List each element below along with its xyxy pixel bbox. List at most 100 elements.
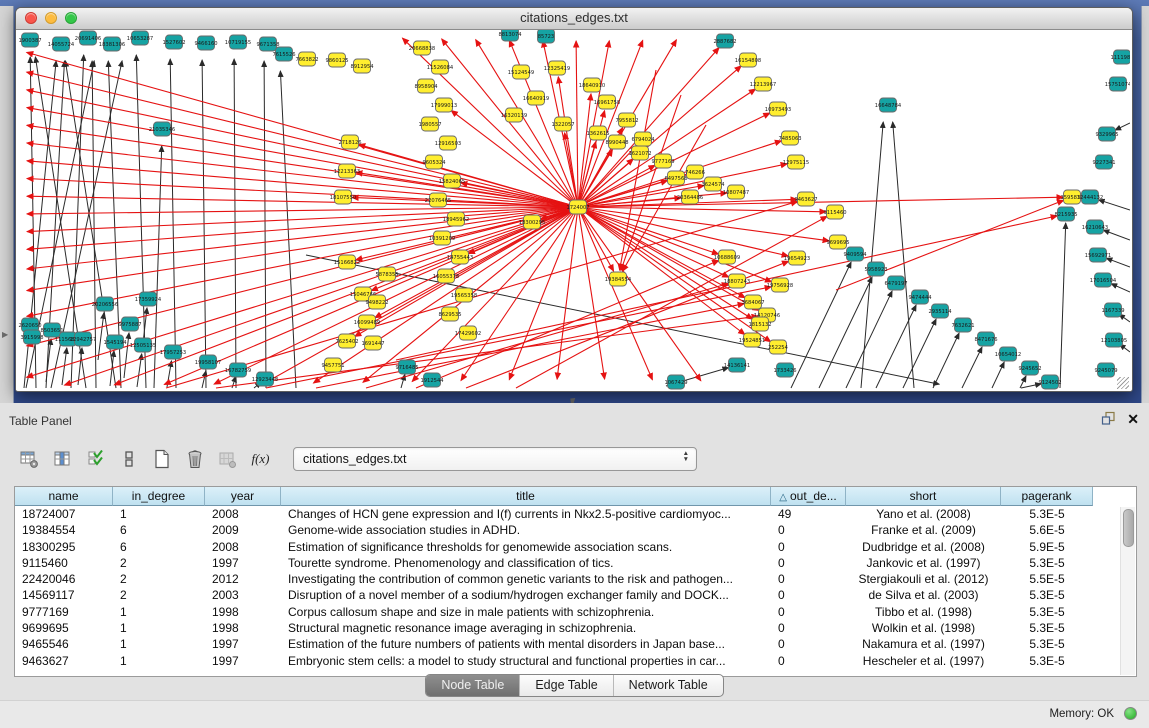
network-node[interactable]: 19565358 xyxy=(451,288,477,302)
network-node[interactable]: 9245079 xyxy=(1094,363,1117,377)
cell-title[interactable]: Estimation of significance thresholds fo… xyxy=(281,539,771,555)
network-node[interactable]: 18807243 xyxy=(724,274,750,288)
cell-short[interactable]: Dudbridge et al. (2008) xyxy=(846,539,1001,555)
cell-in_degree[interactable]: 2 xyxy=(113,587,205,603)
cell-name[interactable]: 9115460 xyxy=(15,555,113,571)
cell-name[interactable]: 9463627 xyxy=(15,653,113,669)
row-selection-button[interactable] xyxy=(82,446,109,472)
cell-year[interactable]: 2008 xyxy=(205,539,281,555)
cell-title[interactable]: Corpus callosum shape and size in male p… xyxy=(281,604,771,620)
network-node[interactable]: 3684067 xyxy=(741,295,764,309)
network-node[interactable]: 17429602 xyxy=(455,326,481,340)
cell-year[interactable]: 2009 xyxy=(205,522,281,538)
network-node[interactable]: 9777169 xyxy=(651,154,674,168)
network-node[interactable]: 17957253 xyxy=(160,345,186,359)
network-node[interactable]: 8990448 xyxy=(605,135,628,149)
cell-in_degree[interactable]: 1 xyxy=(113,506,205,522)
cell-out_de[interactable]: 0 xyxy=(771,636,846,652)
network-node[interactable]: 8912954 xyxy=(350,59,374,73)
cell-pagerank[interactable]: 5.6E-5 xyxy=(1001,522,1093,538)
network-node[interactable]: 20364486 xyxy=(677,190,703,204)
network-node[interactable]: 1362615 xyxy=(586,126,609,140)
cell-title[interactable]: Investigating the contribution of common… xyxy=(281,571,771,587)
network-node[interactable]: 7485063 xyxy=(778,131,801,145)
column-visibility-button[interactable] xyxy=(49,446,76,472)
network-node[interactable]: 5878355 xyxy=(375,267,398,281)
network-node[interactable]: 1724007 xyxy=(566,200,589,214)
table-row[interactable]: 911546021997Tourette syndrome. Phenomeno… xyxy=(15,555,1136,571)
network-node[interactable]: 1815132 xyxy=(748,317,771,331)
network-node[interactable]: 9716485 xyxy=(395,360,418,374)
cell-out_de[interactable]: 0 xyxy=(771,653,846,669)
network-node[interactable]: 15751074 xyxy=(1105,77,1130,91)
network-node[interactable]: 1912544 xyxy=(420,373,444,387)
network-node[interactable]: 12505135 xyxy=(130,338,156,352)
cell-title[interactable]: Tourette syndrome. Phenomenology and cla… xyxy=(281,555,771,571)
cell-name[interactable]: 9699695 xyxy=(15,620,113,636)
network-node[interactable]: 8471676 xyxy=(974,332,997,346)
cell-out_de[interactable]: 0 xyxy=(771,522,846,538)
cell-out_de[interactable]: 0 xyxy=(771,555,846,571)
network-node[interactable]: 19958107 xyxy=(195,355,221,369)
network-node[interactable]: 1527602 xyxy=(162,35,185,49)
column-header-in_degree[interactable]: in_degree xyxy=(113,487,205,506)
network-node[interactable]: 1167339 xyxy=(1101,303,1124,317)
network-node[interactable]: 10719155 xyxy=(225,35,251,49)
network-node[interactable]: 1733426 xyxy=(773,363,796,377)
network-node[interactable]: 16782759 xyxy=(225,363,251,377)
network-node[interactable]: 18640910 xyxy=(579,78,605,92)
cell-pagerank[interactable]: 5.3E-5 xyxy=(1001,587,1093,603)
network-node[interactable]: 9329965 xyxy=(1095,127,1118,141)
network-node[interactable]: 16210643 xyxy=(1082,220,1108,234)
tab-edge-table[interactable]: Edge Table xyxy=(519,675,612,696)
network-node[interactable]: 11526084 xyxy=(427,60,454,74)
network-node[interactable]: 8215935 xyxy=(1054,207,1077,221)
table-row[interactable]: 1938455462009Genome-wide association stu… xyxy=(15,522,1136,538)
network-node[interactable]: 19756928 xyxy=(767,278,793,292)
network-node[interactable]: 6794024 xyxy=(631,132,655,146)
cell-short[interactable]: Franke et al. (2009) xyxy=(846,522,1001,538)
cell-in_degree[interactable]: 1 xyxy=(113,653,205,669)
cell-pagerank[interactable]: 5.3E-5 xyxy=(1001,620,1093,636)
network-node[interactable]: 9975887 xyxy=(118,317,141,331)
cell-short[interactable]: Tibbo et al. (1998) xyxy=(846,604,1001,620)
network-node[interactable]: 12923448 xyxy=(252,372,278,386)
network-node[interactable]: 3624574 xyxy=(701,177,725,191)
cell-title[interactable]: Structural magnetic resonance image aver… xyxy=(281,620,771,636)
cell-pagerank[interactable]: 5.5E-5 xyxy=(1001,571,1093,587)
cell-in_degree[interactable]: 1 xyxy=(113,604,205,620)
network-node[interactable]: 7625402 xyxy=(335,334,358,348)
network-node[interactable]: 1067429 xyxy=(664,375,687,389)
network-node[interactable]: 16648784 xyxy=(875,98,902,112)
table-row[interactable]: 1872400712008Changes of HCN gene express… xyxy=(15,506,1136,522)
cell-name[interactable]: 22420046 xyxy=(15,571,113,587)
network-node[interactable]: 16640919 xyxy=(523,91,549,105)
network-node[interactable]: 3915998 xyxy=(20,330,43,344)
cell-out_de[interactable]: 0 xyxy=(771,604,846,620)
network-node[interactable]: 2935114 xyxy=(928,304,952,318)
cell-name[interactable]: 18300295 xyxy=(15,539,113,555)
cell-pagerank[interactable]: 5.3E-5 xyxy=(1001,555,1093,571)
delete-table-button[interactable] xyxy=(181,446,208,472)
cell-title[interactable]: Changes of HCN gene expression and I(f) … xyxy=(281,506,771,522)
float-panel-icon[interactable] xyxy=(1101,411,1116,426)
network-node[interactable]: 2887682 xyxy=(713,34,736,48)
tab-node-table[interactable]: Node Table xyxy=(426,675,519,696)
network-node[interactable]: 18381306 xyxy=(99,37,125,51)
cell-out_de[interactable]: 0 xyxy=(771,620,846,636)
network-node[interactable]: 9124502 xyxy=(1038,375,1061,389)
network-node[interactable]: 12916503 xyxy=(435,136,461,150)
network-node[interactable]: 6497568 xyxy=(664,171,687,185)
cell-in_degree[interactable]: 1 xyxy=(113,636,205,652)
network-canvas-svg[interactable]: 1724007123254191864091016961758795581213… xyxy=(16,30,1130,390)
cell-pagerank[interactable]: 5.3E-5 xyxy=(1001,604,1093,620)
network-node[interactable]: 15124549 xyxy=(508,65,534,79)
close-panel-icon[interactable]: ✕ xyxy=(1127,412,1139,426)
new-table-button[interactable] xyxy=(148,446,175,472)
table-row[interactable]: 946362711997Embryonic stem cells: a mode… xyxy=(15,653,1136,669)
network-node[interactable]: 10654012 xyxy=(995,347,1021,361)
network-node[interactable]: 16154808 xyxy=(735,53,761,67)
network-node[interactable]: 8629535 xyxy=(438,307,461,321)
network-node[interactable]: 12103805 xyxy=(1101,333,1127,347)
column-header-short[interactable]: short xyxy=(846,487,1001,506)
